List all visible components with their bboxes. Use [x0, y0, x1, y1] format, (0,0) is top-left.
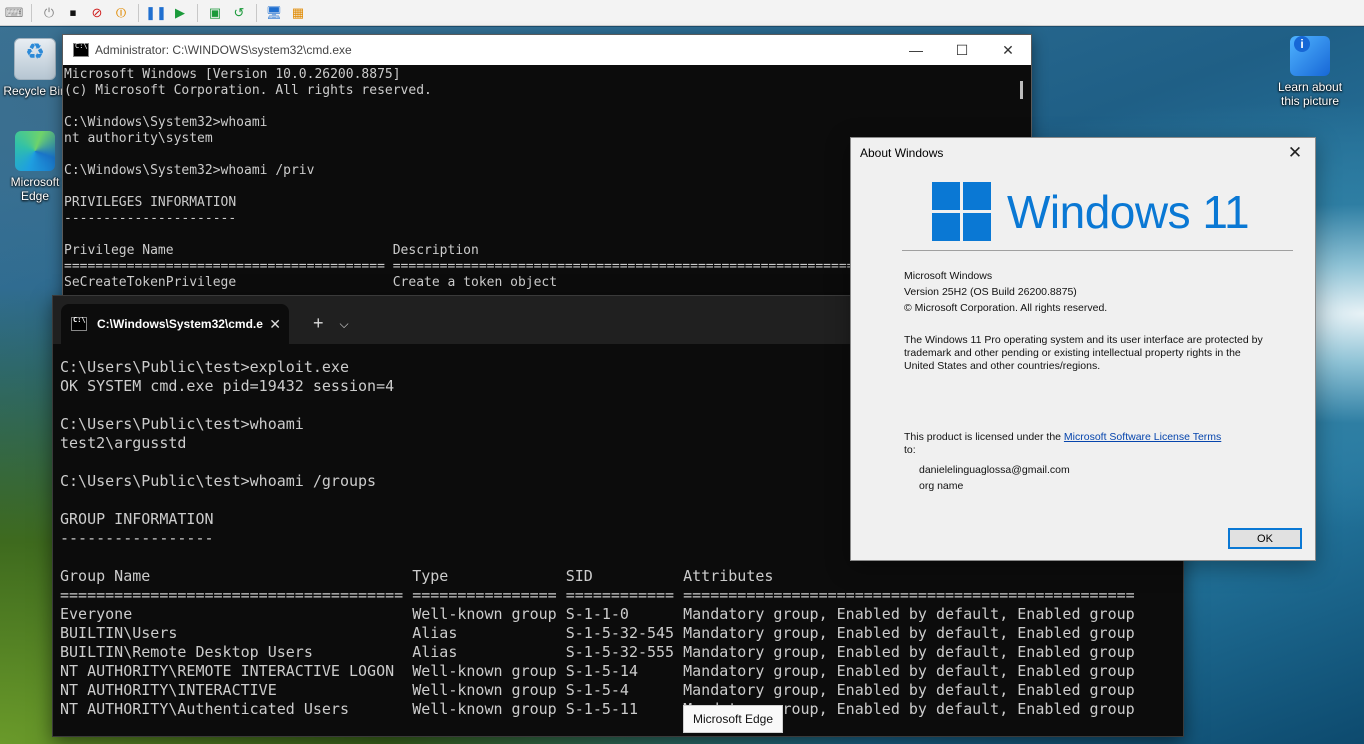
desktop-icon-learn-about-picture[interactable]: Learn about this picture	[1275, 36, 1345, 108]
recycle-bin-icon	[14, 38, 56, 80]
desktop-icon-edge[interactable]: Microsoft Edge	[0, 131, 70, 203]
cmd-icon	[71, 316, 87, 331]
learn-about-picture-icon	[1290, 36, 1330, 76]
vm-toolbar: ⌨ ⏻ ⏹ ⊘ ⏼ ❚❚ ▶ ▣ ↺ 🖥 ▦	[0, 0, 1364, 26]
divider	[902, 250, 1293, 251]
console-line: NT AUTHORITY\Authenticated Users Well-kn…	[60, 700, 1135, 718]
enhanced-session-icon[interactable]: 🖥	[264, 3, 284, 23]
window-title: Administrator: C:\WINDOWS\system32\cmd.e…	[95, 43, 352, 57]
windows-logo: Windows 11	[932, 182, 1250, 241]
edge-icon	[15, 131, 55, 171]
close-icon[interactable]: ✕	[985, 35, 1031, 65]
toolbar-separator	[197, 3, 198, 22]
resume-icon[interactable]: ▶	[170, 3, 190, 23]
toolbar-separator	[138, 3, 139, 22]
checkpoint-icon[interactable]: ▣	[205, 3, 225, 23]
console-line: BUILTIN\Users Alias S-1-5-32-545 Mandato…	[60, 624, 1135, 642]
desktop-icon-label: Microsoft Edge	[10, 175, 60, 203]
console-line: ====================================== =…	[60, 586, 1135, 604]
about-windows-dialog[interactable]: About Windows ✕ Windows 11 Microsoft Win…	[850, 137, 1316, 561]
legal-text: The Windows 11 Pro operating system and …	[904, 334, 1263, 372]
logo-text: Windows 11	[1007, 185, 1250, 238]
product-name: Microsoft Windows	[904, 270, 993, 282]
licensee-email: danielelinguaglossa@gmail.com	[919, 464, 1070, 476]
console-line: NT AUTHORITY\INTERACTIVE Well-known grou…	[60, 681, 1135, 699]
console-line: Group Name Type SID Attributes	[60, 567, 774, 585]
console-line: C:\Windows\System32>whoami	[64, 115, 268, 130]
ok-button[interactable]: OK	[1228, 528, 1302, 549]
minimize-icon[interactable]: —	[893, 35, 939, 65]
cmd-icon	[73, 42, 89, 57]
console-line: Microsoft Windows [Version 10.0.26200.88…	[64, 67, 401, 82]
license-prefix: This product is licensed under the	[904, 431, 1064, 443]
chevron-down-icon[interactable]: ⌵	[340, 317, 349, 332]
share-icon[interactable]: ▦	[288, 3, 308, 23]
license-terms-link[interactable]: Microsoft Software License Terms	[1064, 431, 1221, 443]
console-line: NT AUTHORITY\REMOTE INTERACTIVE LOGON We…	[60, 662, 1135, 680]
version-text: Version 25H2 (OS Build 26200.8875)	[904, 286, 1077, 298]
edge-tooltip: Microsoft Edge	[683, 705, 784, 733]
start-icon[interactable]: ⏻	[39, 3, 59, 23]
admin-cmd-titlebar[interactable]: Administrator: C:\WINDOWS\system32\cmd.e…	[63, 35, 1031, 65]
tab-close-icon[interactable]: ✕	[269, 316, 281, 333]
dialog-title: About Windows	[860, 146, 944, 160]
ctrl-alt-del-icon[interactable]: ⌨	[4, 3, 24, 23]
terminal-tab[interactable]: C:\Windows\System32\cmd.e ✕	[61, 304, 289, 344]
desktop-icon-recycle-bin[interactable]: Recycle Bin	[0, 38, 70, 98]
turn-off-icon[interactable]: ⏹	[63, 3, 83, 23]
shutdown-icon[interactable]: ⊘	[87, 3, 107, 23]
license-suffix: to:	[904, 444, 916, 456]
licensee-org: org name	[919, 480, 964, 492]
scrollbar-thumb[interactable]	[1020, 81, 1023, 99]
license-text: This product is licensed under the Micro…	[904, 431, 1224, 457]
tab-title: C:\Windows\System32\cmd.e	[97, 317, 263, 331]
console-line: BUILTIN\Remote Desktop Users Alias S-1-5…	[60, 643, 1135, 661]
windows-logo-icon	[932, 182, 991, 241]
console-line: Everyone Well-known group S-1-1-0 Mandat…	[60, 605, 1135, 623]
close-icon[interactable]: ✕	[1275, 138, 1315, 168]
power-icon[interactable]: ⏼	[111, 3, 131, 23]
desktop-icon-label: Recycle Bin	[3, 84, 67, 98]
toolbar-separator	[256, 3, 257, 22]
desktop-icon-label: Learn about this picture	[1277, 80, 1343, 108]
pause-icon[interactable]: ❚❚	[145, 3, 167, 23]
console-line: (c) Microsoft Corporation. All rights re…	[64, 83, 432, 98]
new-tab-icon[interactable]: +	[313, 313, 324, 334]
revert-icon[interactable]: ↺	[229, 3, 249, 23]
copyright-text: © Microsoft Corporation. All rights rese…	[904, 302, 1108, 314]
toolbar-separator	[31, 3, 32, 22]
maximize-icon[interactable]: ☐	[939, 35, 985, 65]
